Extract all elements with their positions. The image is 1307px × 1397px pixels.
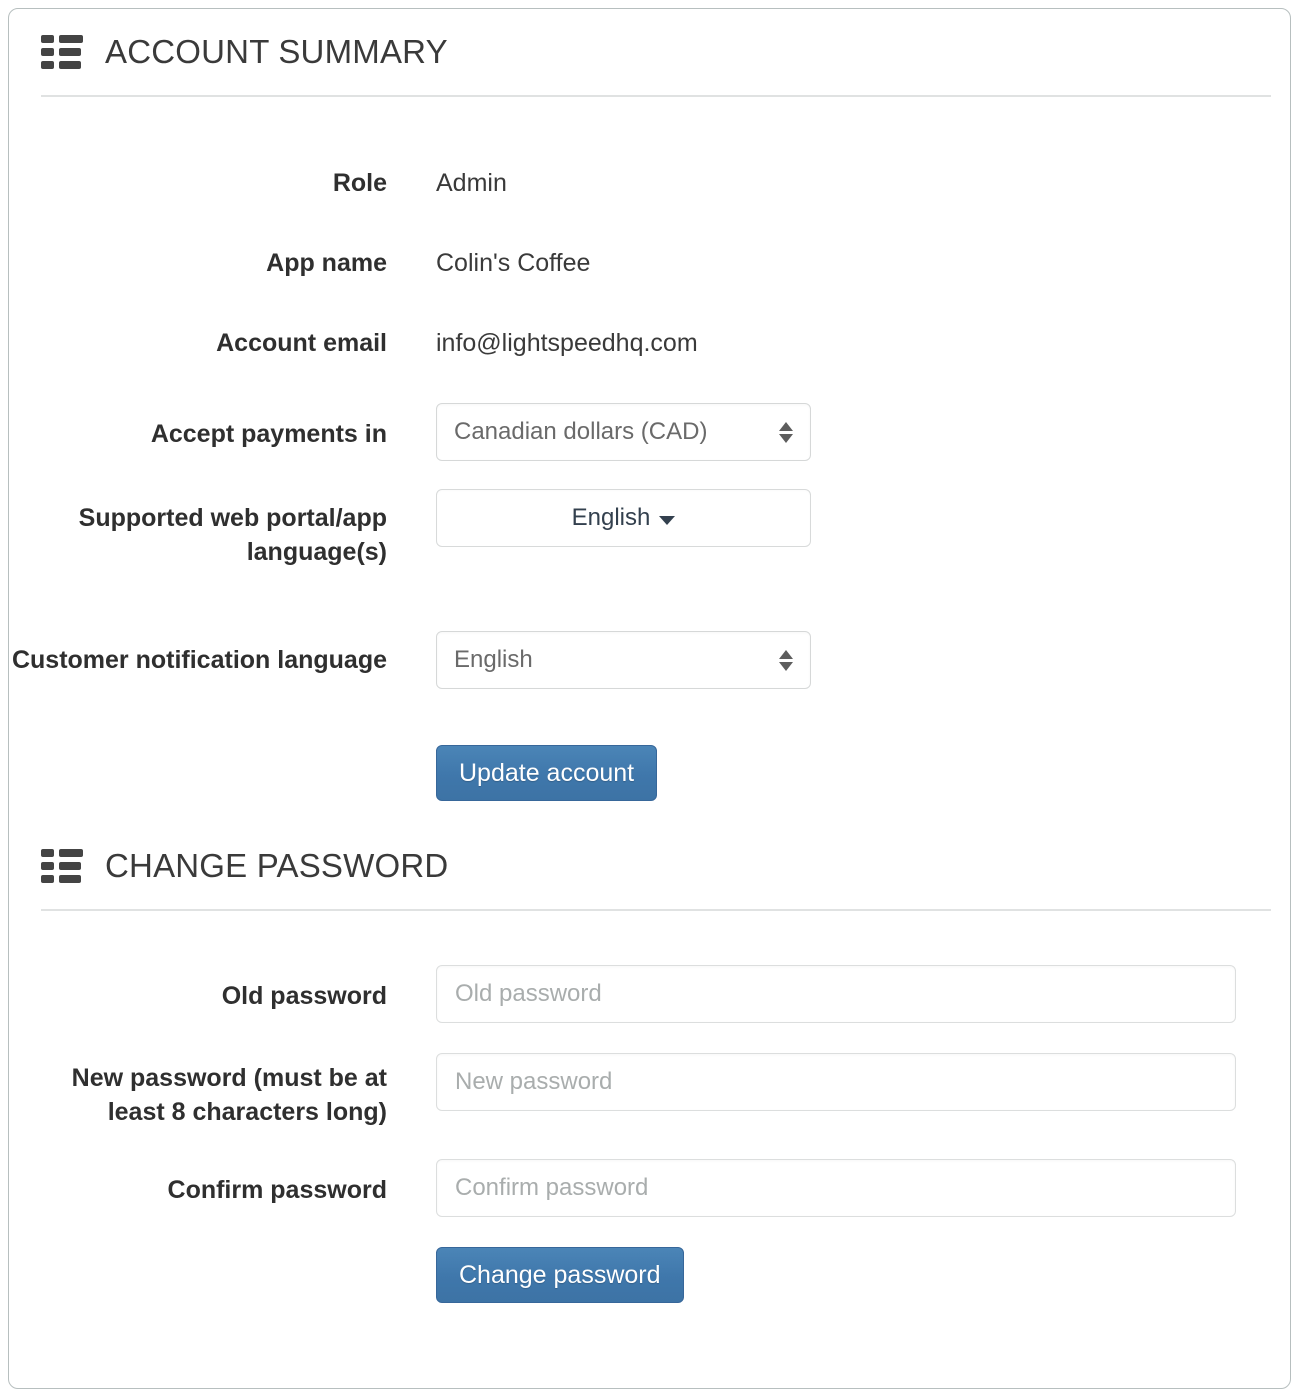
role-value: Admin	[436, 169, 507, 197]
portal-languages-dropdown[interactable]: English	[436, 489, 811, 547]
row-old-password: Old password	[9, 965, 1290, 1023]
row-notification-language: Customer notification language English	[9, 631, 1290, 689]
confirm-password-input[interactable]	[436, 1159, 1236, 1217]
portal-languages-label: Supported web portal/app language(s)	[78, 504, 387, 566]
row-portal-languages: Supported web portal/app language(s) Eng…	[9, 489, 1290, 569]
list-icon	[41, 849, 83, 883]
select-spinner-icon	[779, 417, 793, 447]
app-name-label: App name	[266, 248, 387, 277]
row-change-password-button: Change password	[9, 1247, 1290, 1303]
account-settings-card: ACCOUNT SUMMARY Role Admin App name Coli…	[8, 8, 1291, 1389]
account-summary-form: Role Admin App name Colin's Coffee Accou…	[9, 97, 1290, 801]
chevron-down-icon	[659, 515, 676, 525]
app-name-value: Colin's Coffee	[436, 249, 591, 277]
notification-language-value: English	[454, 646, 533, 673]
new-password-label: New password (must be at least 8 charact…	[71, 1064, 387, 1126]
row-new-password: New password (must be at least 8 charact…	[9, 1053, 1290, 1129]
role-label: Role	[332, 168, 387, 197]
select-spinner-icon	[779, 645, 793, 675]
new-password-input[interactable]	[436, 1053, 1236, 1111]
account-email-label: Account email	[216, 328, 387, 357]
currency-select-value: Canadian dollars (CAD)	[454, 418, 708, 445]
notification-language-label: Customer notification language	[11, 646, 387, 674]
list-icon	[41, 35, 83, 69]
change-password-header: CHANGE PASSWORD	[9, 823, 1290, 909]
account-summary-title: ACCOUNT SUMMARY	[105, 33, 448, 70]
accept-payments-label: Accept payments in	[150, 420, 387, 448]
update-account-button[interactable]: Update account	[436, 745, 658, 801]
old-password-input[interactable]	[436, 965, 1236, 1023]
row-accept-payments: Accept payments in Canadian dollars (CAD…	[9, 403, 1290, 461]
confirm-password-label: Confirm password	[167, 1176, 387, 1204]
old-password-label: Old password	[221, 982, 387, 1010]
portal-languages-value: English	[571, 504, 651, 531]
row-account-email: Account email info@lightspeedhq.com	[9, 303, 1290, 383]
change-password-form: Old password New password (must be at le…	[9, 911, 1290, 1303]
change-password-button[interactable]: Change password	[436, 1247, 684, 1303]
row-confirm-password: Confirm password	[9, 1159, 1290, 1217]
row-update-account: Update account	[9, 745, 1290, 801]
row-role: Role Admin	[9, 143, 1290, 223]
account-email-value: info@lightspeedhq.com	[436, 329, 698, 357]
row-app-name: App name Colin's Coffee	[9, 223, 1290, 303]
currency-select[interactable]: Canadian dollars (CAD)	[436, 403, 811, 461]
change-password-title: CHANGE PASSWORD	[105, 847, 449, 884]
account-summary-header: ACCOUNT SUMMARY	[9, 9, 1290, 95]
notification-language-select[interactable]: English	[436, 631, 811, 689]
